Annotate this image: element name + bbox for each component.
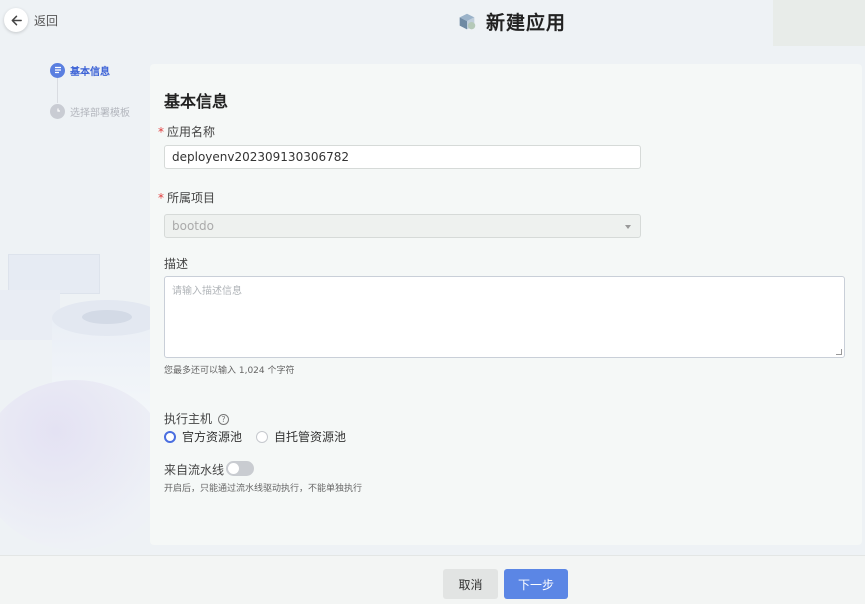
deco-panel <box>0 290 60 340</box>
radio-label: 自托管资源池 <box>274 430 347 444</box>
radio-label: 官方资源池 <box>182 430 243 444</box>
section-title: 基本信息 <box>164 92 229 111</box>
step-label: 选择部署模板 <box>70 107 130 119</box>
app-name-label: * 应用名称 <box>158 125 216 139</box>
form-card: 基本信息 *应用名称 *所属项目 bootdo 描述 您最多还可以输入 1,02… <box>150 64 862 545</box>
title-group: 新建应用 <box>456 8 566 35</box>
pipeline-label: 来自流水线 <box>164 463 225 477</box>
step-label: 基本信息 <box>70 66 110 78</box>
executor-label: 执行主机? <box>164 410 230 427</box>
back-label[interactable]: 返回 <box>34 12 58 29</box>
resize-grip-icon[interactable] <box>836 349 842 355</box>
step-select-template[interactable]: 选择部署模板 <box>50 103 130 119</box>
description-label: 描述 <box>164 257 189 271</box>
radio-self-hosted-pool[interactable]: 自托管资源池 <box>256 428 346 445</box>
required-mark: * <box>158 191 164 205</box>
corner-panel <box>773 0 865 46</box>
cube-stack-icon <box>459 13 476 29</box>
toggle-knob <box>228 463 239 474</box>
cancel-button[interactable]: 取消 <box>443 569 498 599</box>
description-textarea[interactable] <box>164 276 845 358</box>
clock-icon <box>50 103 65 119</box>
required-mark: * <box>158 125 164 139</box>
help-icon[interactable]: ? <box>218 414 230 425</box>
step-basic-info[interactable]: 基本信息 <box>50 62 130 78</box>
page-title: 新建应用 <box>486 12 567 34</box>
back-button[interactable] <box>4 8 28 32</box>
app-name-input[interactable] <box>164 145 641 169</box>
list-icon <box>50 62 65 78</box>
background-illustration <box>0 230 150 550</box>
pipeline-hint: 开启后，只能通过流水线驱动执行，不能单独执行 <box>164 484 363 494</box>
char-count-hint: 您最多还可以输入 1,024 个字符 <box>164 366 295 376</box>
radio-official-pool[interactable]: 官方资源池 <box>164 428 242 445</box>
next-button[interactable]: 下一步 <box>504 569 568 599</box>
caret-down-icon <box>625 225 631 229</box>
step-connector <box>57 78 58 103</box>
deco-wave <box>0 380 150 550</box>
page-header: 返回 新建应用 <box>0 0 865 46</box>
radio-checked-icon <box>164 430 176 443</box>
step-indicator: 基本信息 选择部署模板 <box>50 62 130 119</box>
deco-panel <box>8 254 100 294</box>
arrow-left-icon <box>11 15 22 25</box>
footer-bar: 取消 下一步 <box>0 555 865 604</box>
radio-unchecked-icon <box>256 430 269 443</box>
pipeline-toggle[interactable] <box>226 461 254 476</box>
project-label: * 所属项目 <box>158 191 216 205</box>
project-select[interactable]: bootdo <box>164 214 641 238</box>
project-select-value: bootdo <box>172 219 214 233</box>
executor-radio-group: 官方资源池 自托管资源池 <box>164 428 360 445</box>
